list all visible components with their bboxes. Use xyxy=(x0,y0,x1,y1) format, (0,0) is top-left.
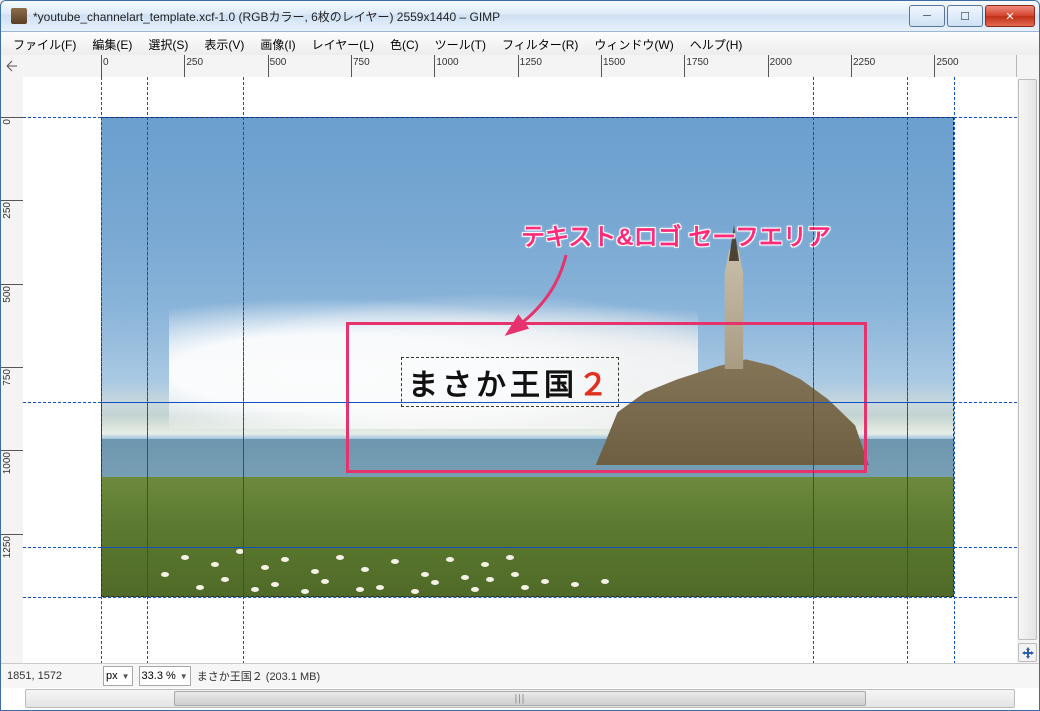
menu-image[interactable]: 画像(I) xyxy=(252,33,303,56)
text-layer[interactable]: まさか王国２ xyxy=(401,357,619,407)
menu-layer[interactable]: レイヤー(L) xyxy=(304,33,382,56)
scrollbar-thumb[interactable]: ||| xyxy=(174,691,866,706)
zoom-selector[interactable]: 33.3 %▼ xyxy=(139,666,191,686)
right-gutter xyxy=(1016,55,1039,664)
menu-select[interactable]: 選択(S) xyxy=(140,33,196,56)
window-title: *youtube_channelart_template.xcf-1.0 (RG… xyxy=(33,8,909,25)
statusbar: 1851, 1572 px▼ 33.3 %▼ まさか王国２ (203.1 MB) xyxy=(1,663,1039,688)
cursor-coordinates: 1851, 1572 xyxy=(7,670,97,682)
horizontal-ruler[interactable]: 02505007501000125015001750200022502500 xyxy=(23,55,1017,78)
vertical-ruler[interactable]: 025050075010001250 xyxy=(1,77,24,664)
titlebar[interactable]: *youtube_channelart_template.xcf-1.0 (RG… xyxy=(1,1,1039,32)
chevron-down-icon: ▼ xyxy=(122,672,130,681)
menu-filter[interactable]: フィルター(R) xyxy=(494,33,586,56)
menu-window[interactable]: ウィンドウ(W) xyxy=(586,33,681,56)
app-window: *youtube_channelart_template.xcf-1.0 (RG… xyxy=(0,0,1040,711)
layer-info: まさか王国２ (203.1 MB) xyxy=(197,668,320,684)
menu-edit[interactable]: 編集(E) xyxy=(84,33,140,56)
menubar: ファイル(F) 編集(E) 選択(S) 表示(V) 画像(I) レイヤー(L) … xyxy=(1,32,1039,57)
menu-help[interactable]: ヘルプ(H) xyxy=(682,33,751,56)
gimp-icon xyxy=(11,8,27,24)
close-button[interactable]: ✕ xyxy=(985,5,1035,27)
text-layer-black: まさか王国 xyxy=(408,369,578,402)
menu-tool[interactable]: ツール(T) xyxy=(427,33,494,56)
annotation-label: テキスト&ロゴ セーフエリア xyxy=(521,217,831,252)
navigation-button[interactable] xyxy=(1018,643,1037,662)
menu-color[interactable]: 色(C) xyxy=(382,33,427,56)
menu-file[interactable]: ファイル(F) xyxy=(5,33,84,56)
chevron-down-icon: ▼ xyxy=(180,672,188,681)
text-layer-red: ２ xyxy=(578,369,612,402)
move-icon xyxy=(1022,647,1034,659)
horizontal-scrollbar[interactable]: ||| xyxy=(25,689,1015,708)
canvas[interactable]: テキスト&ロゴ セーフエリア まさか王国２ xyxy=(23,77,1017,664)
minimize-button[interactable]: ─ xyxy=(909,5,945,27)
menu-view[interactable]: 表示(V) xyxy=(196,33,252,56)
vertical-scrollbar[interactable] xyxy=(1018,79,1037,640)
image-surface[interactable]: テキスト&ロゴ セーフエリア まさか王国２ xyxy=(101,117,954,597)
ruler-origin[interactable] xyxy=(1,55,24,78)
maximize-button[interactable]: ☐ xyxy=(947,5,983,27)
unit-selector[interactable]: px▼ xyxy=(103,666,133,686)
